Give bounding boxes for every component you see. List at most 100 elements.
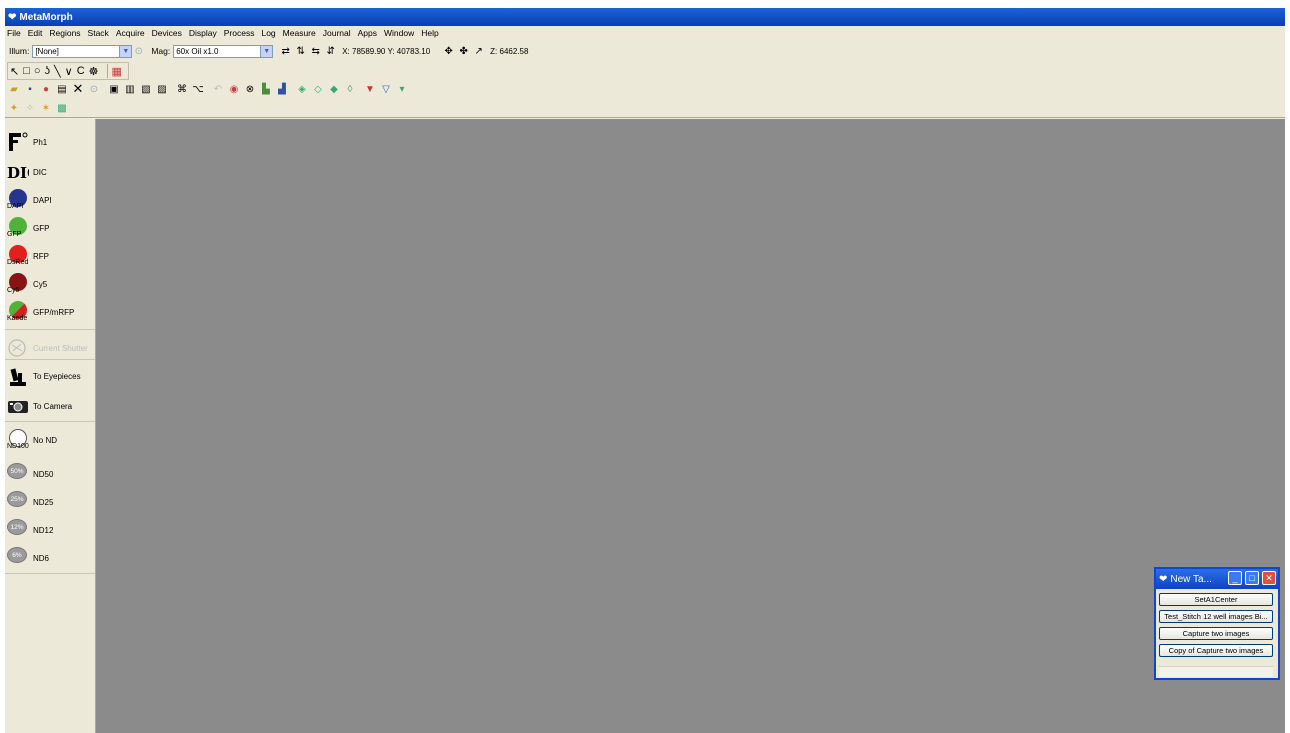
nd-12[interactable]: 12% ND12 — [7, 519, 93, 541]
nd-25[interactable]: 25% ND25 — [7, 491, 93, 513]
sidebar-divider — [5, 359, 95, 360]
menu-process[interactable]: Process — [224, 28, 255, 38]
overlay-icon[interactable]: ◆ — [327, 82, 341, 96]
gfp-color-icon: GFP — [7, 217, 29, 239]
measure-icon[interactable]: ▟ — [275, 82, 289, 96]
nd-none[interactable]: ND100 No ND — [7, 429, 93, 451]
menu-window[interactable]: Window — [384, 28, 414, 38]
filter-dic[interactable]: DIC DIC — [7, 161, 93, 183]
task-button-seta1center[interactable]: SetA1Center — [1159, 593, 1273, 606]
open-icon[interactable]: ▰ — [7, 82, 21, 96]
nd-label: No ND — [33, 435, 58, 445]
to-eyepieces[interactable]: To Eyepieces — [7, 365, 93, 387]
filter-cy5[interactable]: Cy5 Cy5 — [7, 273, 93, 295]
arc-tool-icon[interactable]: C — [77, 65, 85, 77]
region-manager-icon[interactable]: ▦ — [112, 65, 122, 78]
minimize-icon[interactable]: _ — [1228, 571, 1242, 585]
filter-blue-icon[interactable]: ▽ — [379, 82, 393, 96]
menu-journal[interactable]: Journal — [323, 28, 351, 38]
close-icon[interactable]: ✕ — [71, 81, 85, 96]
undo-icon[interactable]: ↶ — [211, 82, 225, 96]
image-workspace[interactable] — [96, 119, 1285, 733]
freehand-tool-icon[interactable]: ʖ — [45, 65, 51, 77]
filter-rfp[interactable]: DsRed RFP — [7, 245, 93, 267]
stream-icon[interactable]: ▨ — [155, 82, 169, 96]
filter-sublabel: DAPI — [7, 203, 24, 210]
task-button-capture-two[interactable]: Capture two images — [1159, 627, 1273, 640]
filter-gfp[interactable]: GFP GFP — [7, 217, 93, 239]
nd-label: ND12 — [33, 525, 54, 535]
acquire-icon[interactable]: ● — [39, 82, 53, 96]
z-set-icon[interactable]: ↗ — [472, 45, 485, 58]
stage-goto-icon[interactable]: ⇆ — [309, 45, 322, 58]
journal-icon[interactable]: ⌘ — [175, 82, 189, 96]
stage-move-icon[interactable]: ⇄ — [279, 45, 292, 58]
filter-label: DIC — [33, 167, 47, 177]
nd-sublabel: ND100 — [7, 443, 29, 450]
focus-icon[interactable]: ✥ — [442, 45, 455, 58]
stack-icon[interactable]: ▥ — [123, 82, 137, 96]
metamorph-window: ❤ MetaMorph File Edit Regions Stack Acqu… — [5, 8, 1285, 733]
montage-icon[interactable]: ◊ — [343, 82, 357, 96]
nd-label: ND50 — [33, 469, 54, 479]
sidebar-divider — [5, 573, 95, 574]
mag-value: 60x Oil x1.0 — [176, 46, 219, 56]
star-add-icon[interactable]: ✶ — [39, 101, 53, 115]
stage-set-icon[interactable]: ⇵ — [324, 45, 337, 58]
close-icon[interactable]: ✕ — [1262, 571, 1276, 585]
filter-ph1[interactable]: Ph1 — [7, 131, 93, 153]
focus-mark-icon[interactable]: ✤ — [457, 45, 470, 58]
star-disabled-icon[interactable]: ✧ — [23, 101, 37, 115]
task-button-copy-capture[interactable]: Copy of Capture two images — [1159, 644, 1273, 657]
menu-help[interactable]: Help — [421, 28, 438, 38]
menu-regions[interactable]: Regions — [49, 28, 80, 38]
filter-dapi[interactable]: DAPI DAPI — [7, 189, 93, 211]
mag-select[interactable]: 60x Oil x1.0 ▼ — [173, 44, 274, 58]
multi-dim-icon[interactable]: ▧ — [139, 82, 153, 96]
menu-stack[interactable]: Stack — [88, 28, 109, 38]
stage-mark-icon[interactable]: ⇅ — [294, 45, 307, 58]
nd-badge: 12% — [7, 519, 27, 535]
filter-gfp-mrfp[interactable]: Kaede GFP/mRFP — [7, 301, 93, 323]
binoculars-icon[interactable]: ⊗ — [243, 82, 257, 96]
menu-measure[interactable]: Measure — [283, 28, 316, 38]
menu-apps[interactable]: Apps — [358, 28, 377, 38]
menu-devices[interactable]: Devices — [152, 28, 182, 38]
save-icon[interactable]: ▪ — [23, 82, 37, 96]
dapi-color-icon: DAPI — [7, 189, 29, 211]
menu-acquire[interactable]: Acquire — [116, 28, 145, 38]
task-button-test-stitch[interactable]: Test_Stitch 12 well images Bi... — [1159, 610, 1273, 623]
secondary-toolbar: ✦ ✧ ✶ ▩ — [7, 99, 71, 117]
illum-select[interactable]: [None] ▼ — [32, 44, 133, 58]
filter-red-icon[interactable]: ▼ — [363, 82, 377, 96]
menu-edit[interactable]: Edit — [28, 28, 43, 38]
toolbar-divider — [5, 117, 1285, 118]
rectangle-tool-icon[interactable]: □ — [23, 65, 30, 77]
disabled-icon[interactable]: ⊙ — [87, 82, 101, 96]
print-icon[interactable]: ▤ — [55, 82, 69, 96]
macro-icon[interactable]: ⌥ — [191, 82, 205, 96]
angle-tool-icon[interactable]: ∨ — [65, 65, 73, 78]
task-icon[interactable]: ▩ — [55, 101, 69, 115]
menu-display[interactable]: Display — [189, 28, 217, 38]
to-camera[interactable]: To Camera — [7, 395, 93, 417]
pointer-tool-icon[interactable]: ↖ — [10, 65, 19, 78]
lut-icon[interactable]: ◉ — [227, 82, 241, 96]
nd-badge: 25% — [7, 491, 27, 507]
star-icon[interactable]: ✦ — [7, 101, 21, 115]
filter-green-icon[interactable]: ▾ — [395, 82, 409, 96]
line-tool-icon[interactable]: ╲ — [54, 65, 61, 78]
histogram-icon[interactable]: ▙ — [259, 82, 273, 96]
nd-6[interactable]: 6% ND6 — [7, 547, 93, 569]
colocalize-icon[interactable]: ◇ — [311, 82, 325, 96]
ellipse-tool-icon[interactable]: ○ — [34, 65, 41, 77]
menu-log[interactable]: Log — [261, 28, 275, 38]
refresh-icon[interactable]: ⊙ — [132, 45, 145, 58]
auto-trace-tool-icon[interactable]: ☸ — [89, 65, 99, 78]
analysis-icon[interactable]: ◈ — [295, 82, 309, 96]
menu-file[interactable]: File — [7, 28, 21, 38]
current-shutter[interactable]: Current Shutter — [7, 337, 93, 359]
maximize-icon[interactable]: □ — [1245, 571, 1259, 585]
nd-50[interactable]: 50% ND50 — [7, 463, 93, 485]
camera-icon[interactable]: ▣ — [107, 82, 121, 96]
